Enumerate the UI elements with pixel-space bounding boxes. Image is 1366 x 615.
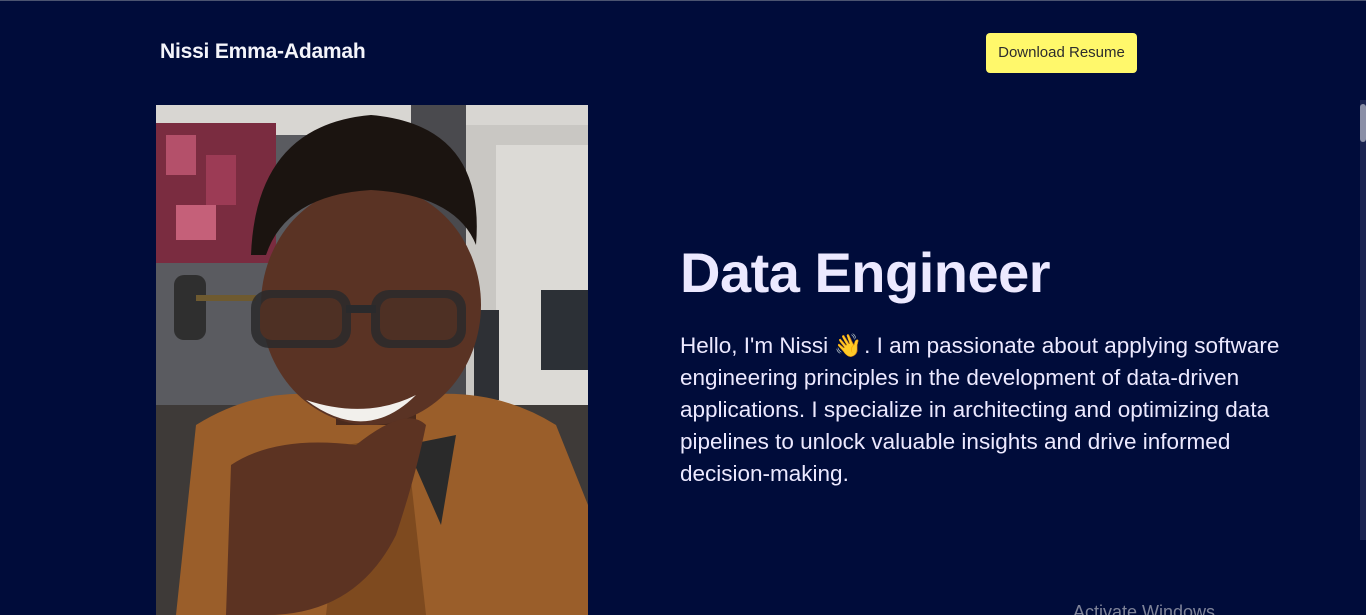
portfolio-page: Nissi Emma-Adamah Download Resume Data E… bbox=[0, 0, 1366, 615]
site-brand-name[interactable]: Nissi Emma-Adamah bbox=[160, 38, 366, 66]
download-resume-button[interactable]: Download Resume bbox=[986, 33, 1137, 73]
waving-hand-icon: 👋 bbox=[834, 333, 863, 358]
hero-bio: Hello, I'm Nissi 👋. I am passionate about… bbox=[680, 330, 1300, 490]
profile-photo bbox=[156, 105, 588, 615]
page-scrollbar-thumb[interactable] bbox=[1360, 104, 1366, 142]
bio-greeting: Hello, I'm Nissi bbox=[680, 333, 829, 358]
hero-headline: Data Engineer bbox=[680, 241, 1051, 304]
os-activation-watermark: Activate Windows bbox=[1073, 602, 1216, 615]
window-top-edge bbox=[0, 0, 1366, 1]
page-scrollbar-track[interactable] bbox=[1360, 100, 1366, 540]
